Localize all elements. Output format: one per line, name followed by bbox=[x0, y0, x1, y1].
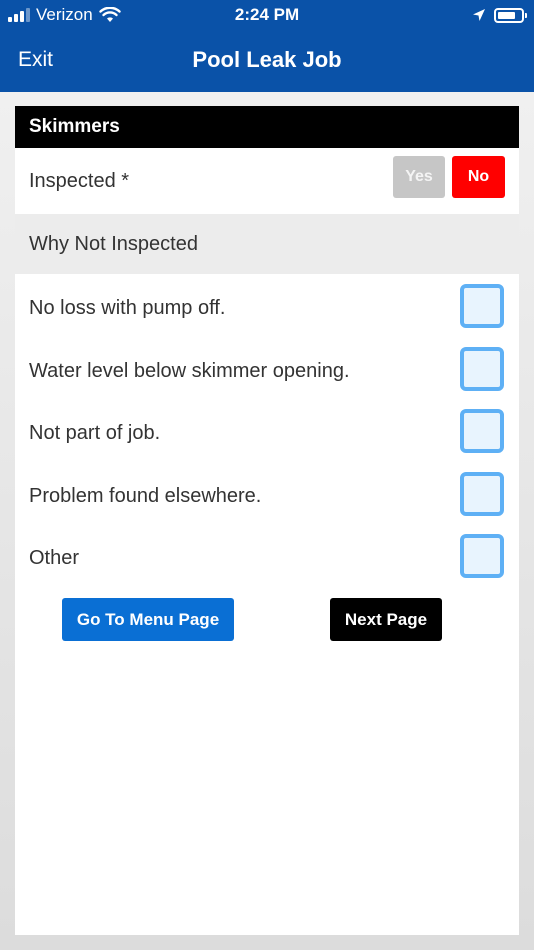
option-label: Water level below skimmer opening. bbox=[29, 360, 350, 382]
problem-elsewhere-checkbox[interactable] bbox=[460, 472, 504, 516]
option-row-problem-elsewhere: Problem found elsewhere. bbox=[15, 464, 519, 526]
water-level-checkbox[interactable] bbox=[460, 347, 504, 391]
status-bar: Verizon 2:24 PM bbox=[0, 0, 534, 30]
next-page-button[interactable]: Next Page bbox=[330, 598, 442, 641]
inspected-label: Inspected * bbox=[29, 170, 130, 192]
no-button[interactable]: No bbox=[452, 156, 505, 198]
option-label: Other bbox=[29, 547, 80, 569]
section-title: Skimmers bbox=[15, 106, 519, 148]
option-label: Not part of job. bbox=[29, 422, 161, 444]
battery-icon bbox=[494, 7, 527, 23]
option-row-not-part-of-job: Not part of job. bbox=[15, 401, 519, 463]
app-header: Verizon 2:24 PM Exit Pool Leak Job bbox=[0, 0, 534, 92]
exit-button[interactable]: Exit bbox=[18, 47, 53, 73]
yes-button[interactable]: Yes bbox=[393, 156, 445, 198]
status-time: 2:24 PM bbox=[234, 5, 300, 24]
page-title: Pool Leak Job bbox=[192, 47, 342, 72]
not-part-of-job-checkbox[interactable] bbox=[460, 409, 504, 453]
form-card: Skimmers Inspected * Yes No Why Not Insp… bbox=[15, 106, 519, 935]
location-arrow-icon bbox=[473, 9, 485, 21]
other-checkbox[interactable] bbox=[460, 534, 504, 578]
why-not-inspected-header: Why Not Inspected bbox=[15, 214, 519, 274]
option-row-no-loss: No loss with pump off. bbox=[15, 276, 519, 338]
no-loss-checkbox[interactable] bbox=[460, 284, 504, 328]
why-not-inspected-label: Why Not Inspected bbox=[29, 233, 198, 255]
status-right bbox=[472, 5, 527, 25]
option-row-other: Other bbox=[15, 526, 519, 588]
option-row-water-level: Water level below skimmer opening. bbox=[15, 339, 519, 401]
option-label: Problem found elsewhere. bbox=[29, 485, 262, 507]
option-label: No loss with pump off. bbox=[29, 297, 226, 319]
go-to-menu-button[interactable]: Go To Menu Page bbox=[62, 598, 234, 641]
inspected-row: Inspected * Yes No bbox=[15, 148, 519, 214]
